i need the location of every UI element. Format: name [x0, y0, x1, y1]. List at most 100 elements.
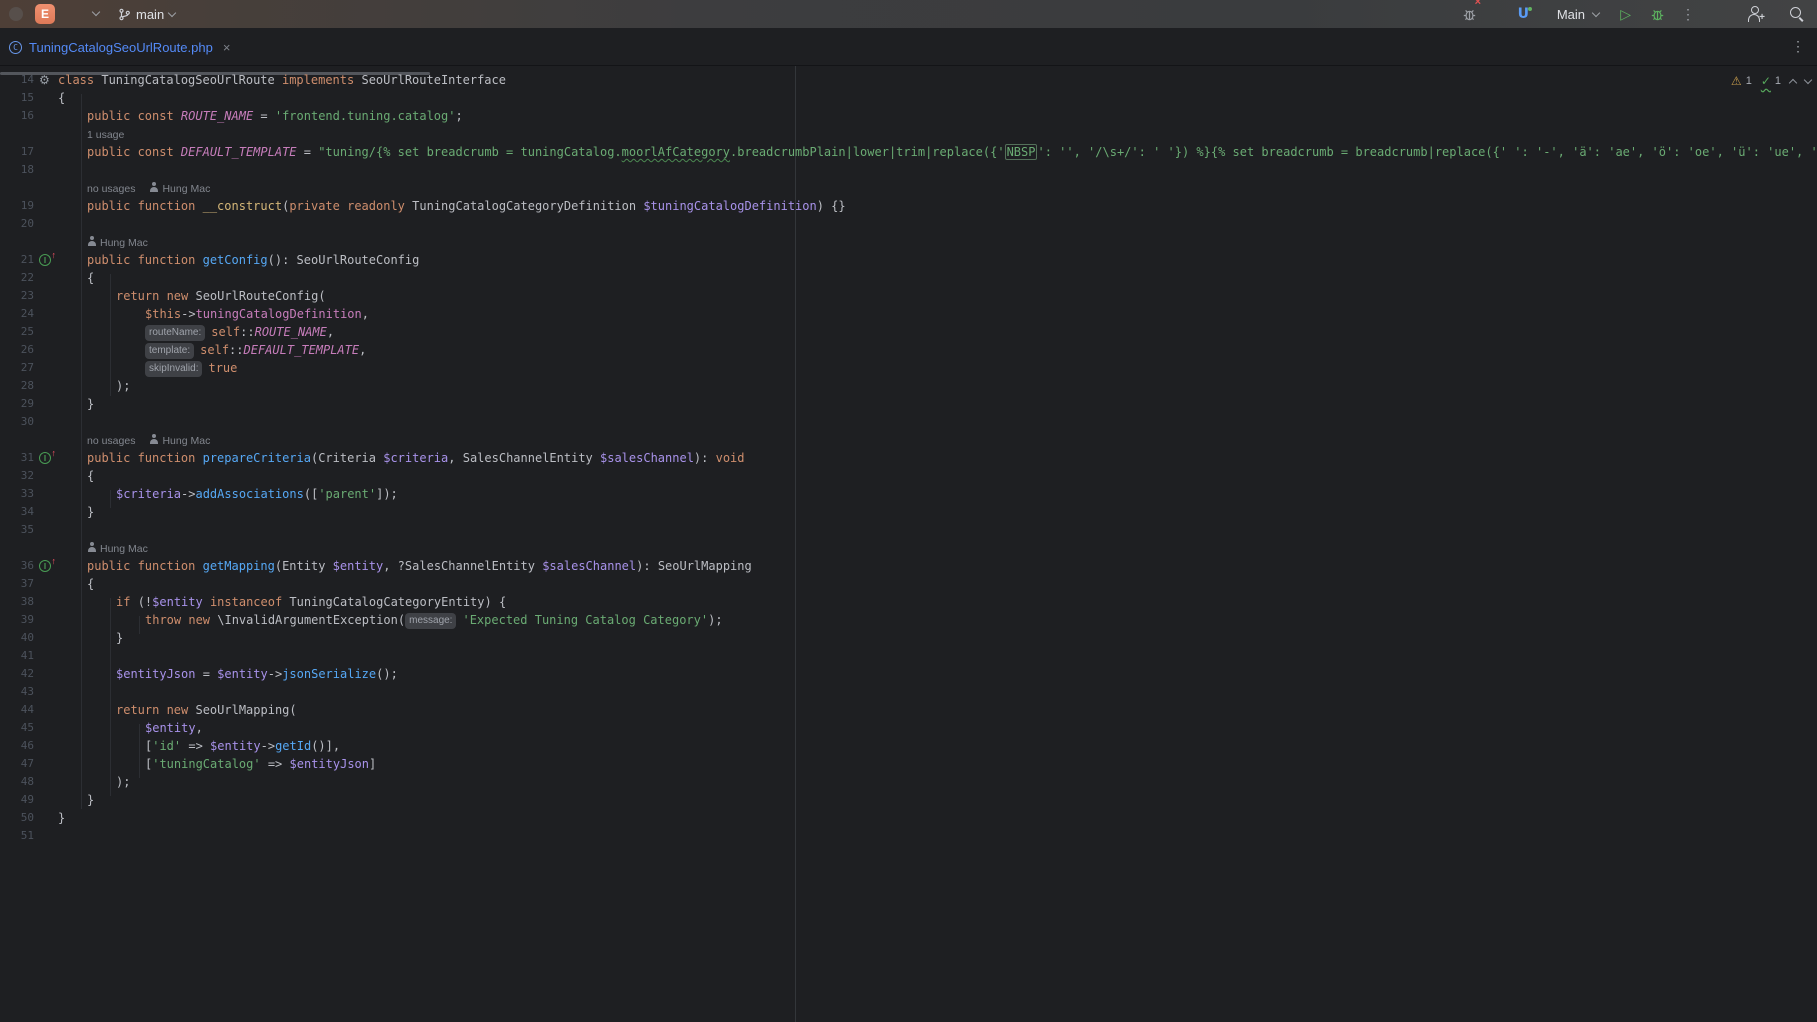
line-number[interactable]: 41 [0, 647, 34, 665]
named-argument-hint[interactable]: routeName: [145, 325, 205, 341]
code-line[interactable]: 39throw new \InvalidArgumentException(me… [0, 611, 1817, 629]
code-line[interactable]: 34} [0, 503, 1817, 521]
code-line[interactable]: 24$this->tuningCatalogDefinition, [0, 305, 1817, 323]
line-number[interactable]: 43 [0, 683, 34, 701]
named-argument-hint[interactable]: message: [405, 613, 456, 629]
project-icon[interactable]: E [35, 4, 55, 24]
code-with-me-button[interactable]: + [1747, 0, 1765, 28]
implements-gutter-icon[interactable]: I↑ [39, 560, 51, 572]
line-number[interactable]: 40 [0, 629, 34, 647]
code-line[interactable]: 41 [0, 647, 1817, 665]
line-number[interactable]: 29 [0, 395, 34, 413]
code-line[interactable]: 40} [0, 629, 1817, 647]
line-number[interactable]: 46 [0, 737, 34, 755]
project-chevron-down-icon[interactable] [92, 8, 100, 16]
named-argument-hint[interactable]: skipInvalid: [145, 361, 202, 377]
inlay-row[interactable]: 1 usage [0, 125, 1817, 143]
code-line[interactable]: 18 [0, 161, 1817, 179]
debug-button[interactable] [1650, 0, 1665, 28]
tab-options-kebab-icon[interactable]: ⋮ [1791, 38, 1805, 55]
code-line[interactable]: 48); [0, 773, 1817, 791]
inspections-widget[interactable]: ⚠ 1 ✓ 1 [1731, 74, 1811, 88]
code-line[interactable]: 31I↑public function prepareCriteria(Crit… [0, 449, 1817, 467]
code-line[interactable]: 27skipInvalid:true [0, 359, 1817, 377]
usages-inlay[interactable]: no usages [87, 435, 135, 447]
author-inlay[interactable]: Hung Mac [149, 183, 210, 195]
code-line[interactable]: 32{ [0, 467, 1817, 485]
prev-problem-chevron-up-icon[interactable] [1789, 78, 1797, 86]
tab-tuningcatalogseourlroute[interactable]: C TuningCatalogSeoUrlRoute.php × [0, 28, 240, 66]
code-line[interactable]: 19public function __construct(private re… [0, 197, 1817, 215]
code-line[interactable]: 42$entityJson = $entity->jsonSerialize()… [0, 665, 1817, 683]
code-line[interactable]: 45$entity, [0, 719, 1817, 737]
line-number[interactable]: 33 [0, 485, 34, 503]
search-everywhere-button[interactable] [1789, 0, 1805, 28]
code-line[interactable]: 47['tuningCatalog' => $entityJson] [0, 755, 1817, 773]
line-number[interactable]: 23 [0, 287, 34, 305]
run-config-selector[interactable]: Main [1557, 0, 1585, 28]
line-number[interactable]: 17 [0, 143, 34, 161]
line-number[interactable]: 32 [0, 467, 34, 485]
code-line[interactable]: 50} [0, 809, 1817, 827]
code-line[interactable]: 22{ [0, 269, 1817, 287]
code-line[interactable]: 28); [0, 377, 1817, 395]
inlay-row[interactable]: Hung Mac [0, 233, 1817, 251]
line-number[interactable]: 22 [0, 269, 34, 287]
code-line[interactable]: 33$criteria->addAssociations(['parent'])… [0, 485, 1817, 503]
gear-gutter-icon[interactable]: ⚙ [39, 72, 50, 88]
code-line[interactable]: 46['id' => $entity->getId()], [0, 737, 1817, 755]
line-number[interactable]: 15 [0, 89, 34, 107]
code-line[interactable]: 25routeName:self::ROUTE_NAME, [0, 323, 1817, 341]
tab-close-icon[interactable]: × [223, 40, 231, 55]
code-line[interactable]: 16public const ROUTE_NAME = 'frontend.tu… [0, 107, 1817, 125]
run-config-icon[interactable]: U [1518, 0, 1529, 28]
code-line[interactable]: 26template:self::DEFAULT_TEMPLATE, [0, 341, 1817, 359]
implements-gutter-icon[interactable]: I↑ [39, 254, 51, 266]
run-button[interactable]: ▷ [1620, 0, 1631, 28]
code-line[interactable]: 21I↑public function getConfig(): SeoUrlR… [0, 251, 1817, 269]
run-config-chevron[interactable] [1593, 0, 1599, 28]
line-number[interactable]: 20 [0, 215, 34, 233]
code-line[interactable]: 36I↑public function getMapping(Entity $e… [0, 557, 1817, 575]
line-number[interactable]: 47 [0, 755, 34, 773]
next-problem-chevron-down-icon[interactable] [1804, 76, 1812, 84]
inlay-row[interactable]: no usages Hung Mac [0, 431, 1817, 449]
line-number[interactable]: 42 [0, 665, 34, 683]
inlay-row[interactable]: Hung Mac [0, 539, 1817, 557]
line-number[interactable]: 38 [0, 593, 34, 611]
line-number[interactable]: 36 [0, 557, 34, 575]
line-number[interactable]: 34 [0, 503, 34, 521]
line-number[interactable]: 27 [0, 359, 34, 377]
vcs-branch-widget[interactable]: main [118, 0, 175, 28]
line-number[interactable]: 18 [0, 161, 34, 179]
inlay-row[interactable]: no usages Hung Mac [0, 179, 1817, 197]
code-line[interactable]: 37{ [0, 575, 1817, 593]
code-line[interactable]: 51 [0, 827, 1817, 845]
line-number[interactable]: 37 [0, 575, 34, 593]
line-number[interactable]: 19 [0, 197, 34, 215]
line-number[interactable]: 49 [0, 791, 34, 809]
line-number[interactable]: 30 [0, 413, 34, 431]
code-line[interactable]: 38if (!$entity instanceof TuningCatalogC… [0, 593, 1817, 611]
line-number[interactable]: 26 [0, 341, 34, 359]
line-number[interactable]: 28 [0, 377, 34, 395]
line-number[interactable]: 51 [0, 827, 34, 845]
line-number[interactable]: 24 [0, 305, 34, 323]
code-line[interactable]: 49} [0, 791, 1817, 809]
code-line[interactable]: 35 [0, 521, 1817, 539]
code-area[interactable]: 14⚙class TuningCatalogSeoUrlRoute implem… [0, 71, 1817, 845]
usages-inlay[interactable]: no usages [87, 183, 135, 195]
code-line[interactable]: 44return new SeoUrlMapping( [0, 701, 1817, 719]
line-number[interactable]: 48 [0, 773, 34, 791]
code-line[interactable]: 17public const DEFAULT_TEMPLATE = "tunin… [0, 143, 1817, 161]
code-editor[interactable]: 14⚙class TuningCatalogSeoUrlRoute implem… [0, 66, 1817, 1022]
author-inlay[interactable]: Hung Mac [149, 435, 210, 447]
line-number[interactable]: 45 [0, 719, 34, 737]
line-number[interactable]: 21 [0, 251, 34, 269]
line-number[interactable]: 16 [0, 107, 34, 125]
line-number[interactable]: 50 [0, 809, 34, 827]
code-line[interactable]: 29} [0, 395, 1817, 413]
profiler-disabled-button[interactable]: × [1462, 0, 1477, 28]
more-actions-button[interactable]: ⋮ [1681, 0, 1695, 28]
line-number[interactable]: 14 [0, 71, 34, 89]
